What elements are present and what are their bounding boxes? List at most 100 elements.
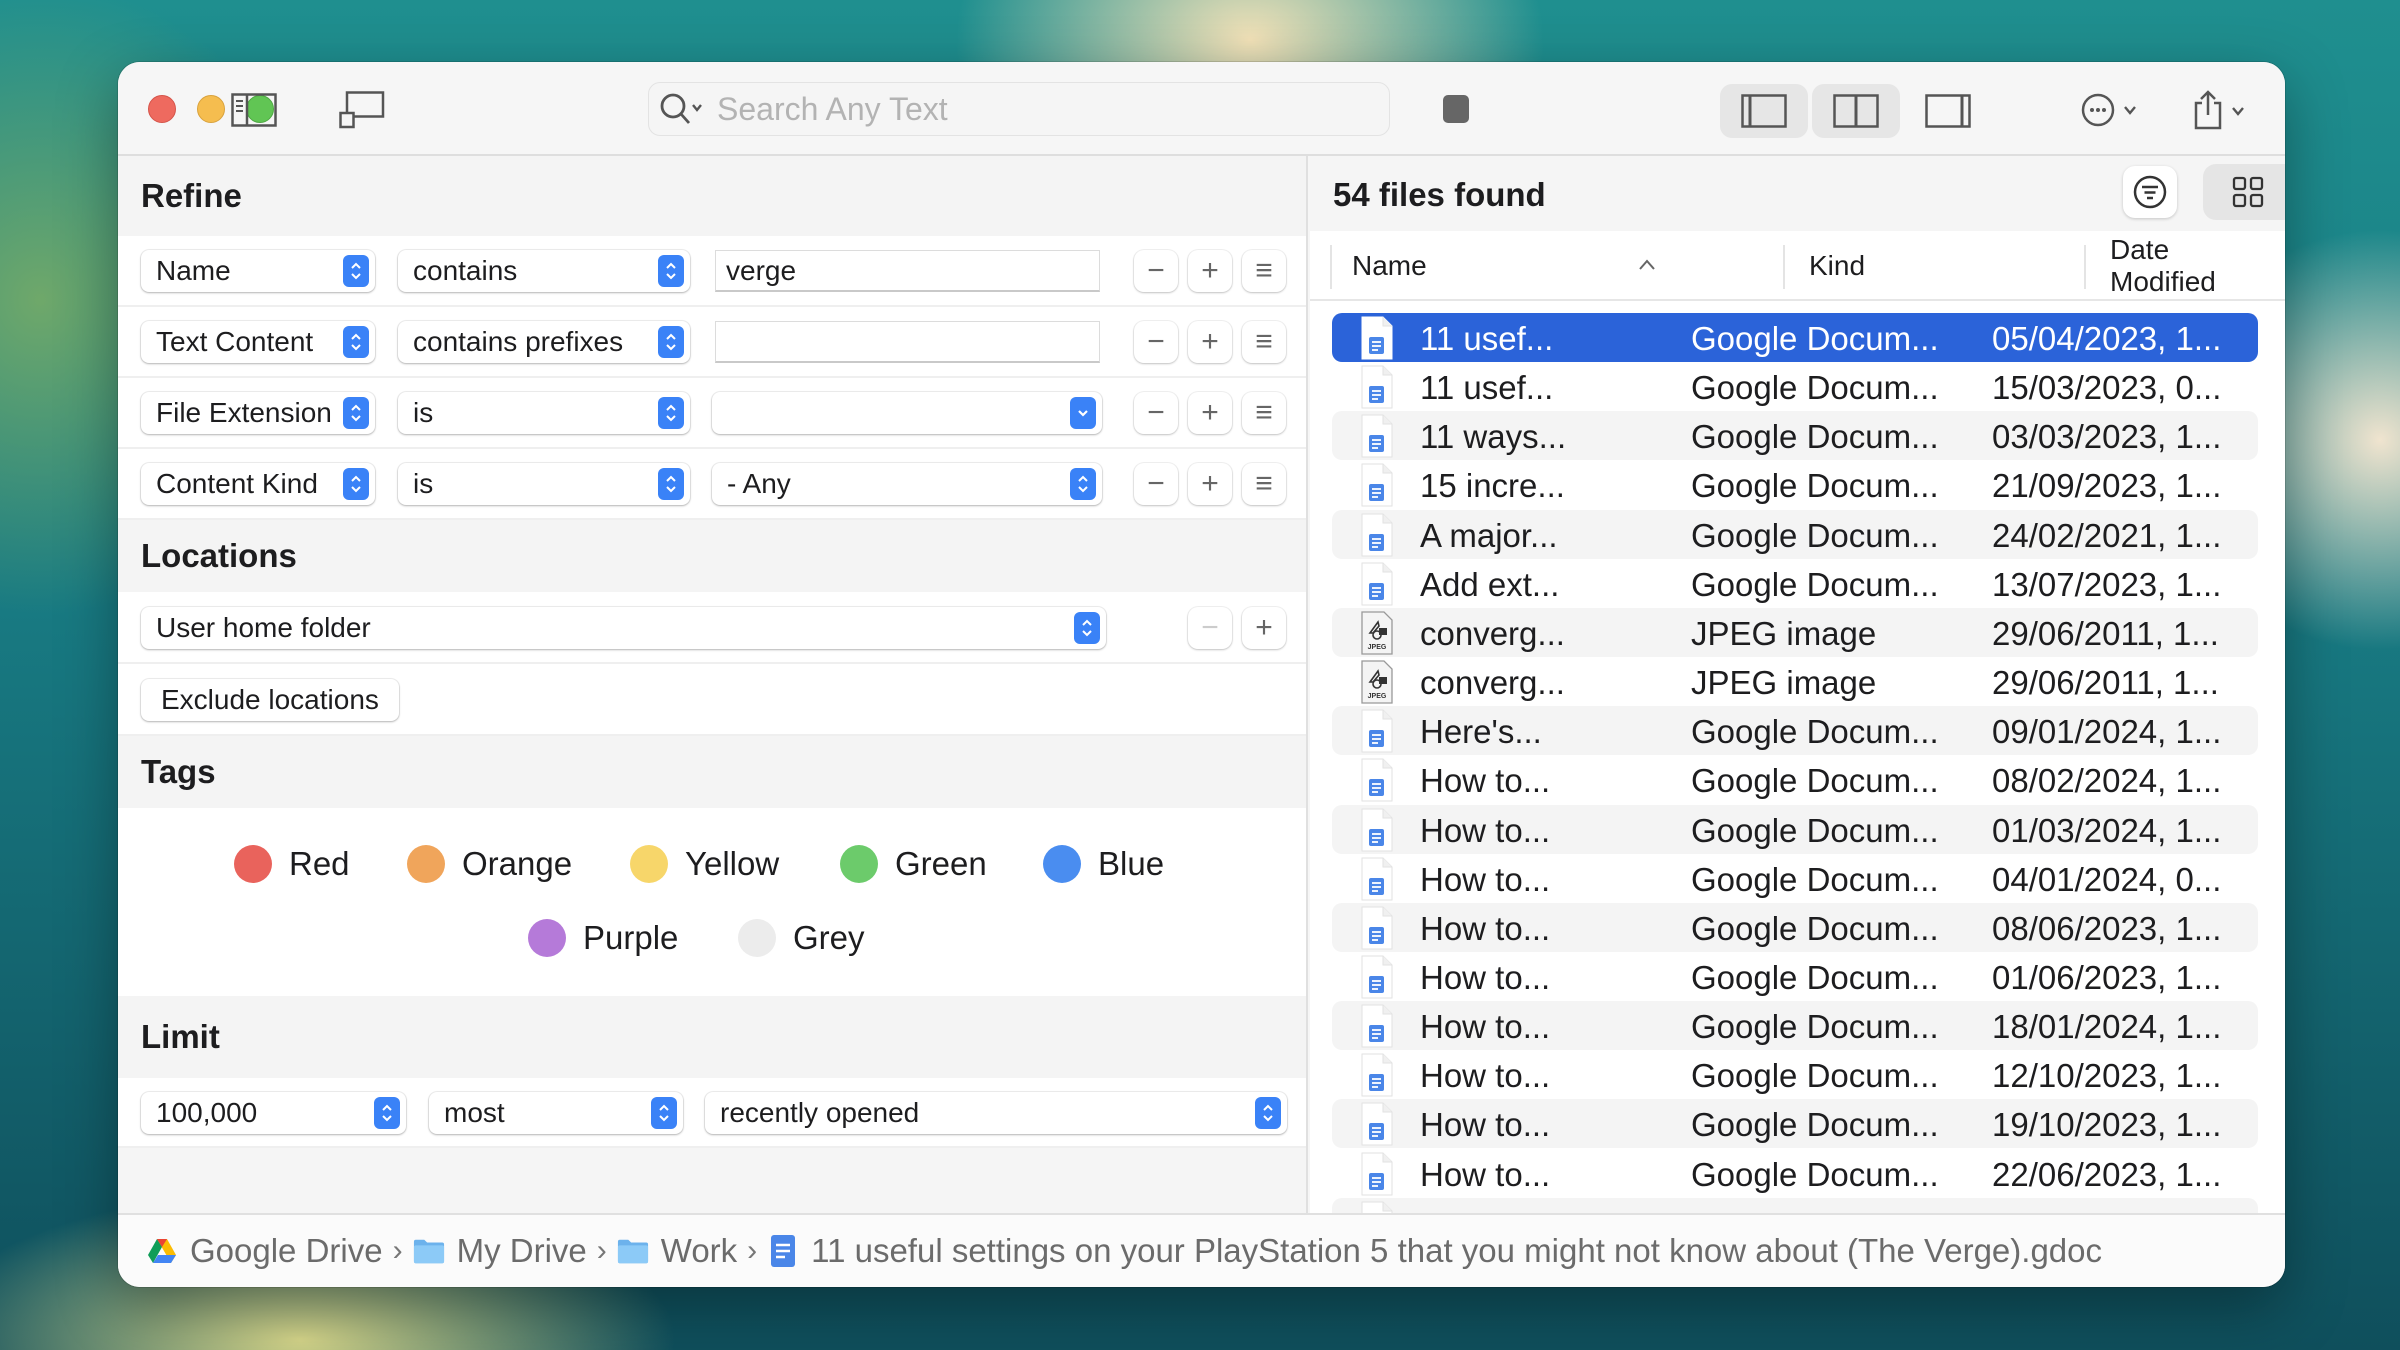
layout-left-pane-button[interactable] xyxy=(1720,84,1808,138)
search-input[interactable] xyxy=(717,90,1357,128)
search-field[interactable] xyxy=(648,82,1390,136)
google-doc-file-icon xyxy=(1360,1152,1394,1196)
file-kind: Google Docum... xyxy=(1691,811,1939,849)
results-header: 54 files found xyxy=(1310,156,2285,231)
file-row[interactable] xyxy=(1332,1197,2258,1213)
file-row[interactable]: How to... Google Docum... 08/02/2024, 1.… xyxy=(1332,755,2258,804)
file-row[interactable]: How to... Google Docum... 22/06/2023, 1.… xyxy=(1332,1149,2258,1198)
file-row[interactable]: JPEG converg... JPEG image 29/06/2011, 1… xyxy=(1332,607,2258,657)
criterion-operator-popup[interactable]: contains prefixes xyxy=(398,321,690,363)
file-list: 11 usef... Google Docum... 05/04/2023, 1… xyxy=(1310,303,2285,1213)
share-button[interactable] xyxy=(2186,90,2256,130)
column-date-modified[interactable]: Date Modified xyxy=(2110,231,2280,301)
limit-count-popup[interactable]: 100,000 xyxy=(141,1092,406,1134)
limit-order-popup[interactable]: most xyxy=(429,1092,683,1134)
layout-right-pane-button[interactable] xyxy=(1904,84,1992,138)
file-date-modified: 08/02/2024, 1... xyxy=(1992,762,2222,800)
remove-criterion-button[interactable]: − xyxy=(1134,321,1178,363)
criterion-options-button[interactable]: ≡ xyxy=(1242,250,1286,292)
criterion-operator-popup[interactable]: is xyxy=(398,392,690,434)
popup-stepper-icon xyxy=(343,326,369,358)
tag-orange[interactable]: Orange xyxy=(407,845,572,883)
criterion-value-input[interactable] xyxy=(726,325,1099,358)
file-row[interactable]: Here's... Google Docum... 09/01/2024, 1.… xyxy=(1332,706,2258,756)
criterion-operator-popup[interactable]: contains xyxy=(398,250,690,292)
tag-purple[interactable]: Purple xyxy=(528,919,678,957)
file-kind: Google Docum... xyxy=(1691,516,1939,554)
new-window-button[interactable] xyxy=(338,90,386,130)
file-name: How to... xyxy=(1420,762,1551,800)
minimize-window-button[interactable] xyxy=(197,95,225,123)
toggle-sidebar-button[interactable] xyxy=(230,90,278,130)
criterion-options-button[interactable]: ≡ xyxy=(1242,392,1286,434)
criterion-attribute-popup[interactable]: Content Kind xyxy=(141,463,375,505)
file-row[interactable]: How to... Google Docum... 01/06/2023, 1.… xyxy=(1332,952,2258,1001)
file-kind: Google Docum... xyxy=(1691,1008,1939,1046)
column-kind[interactable]: Kind xyxy=(1809,231,2079,301)
file-row[interactable]: A major... Google Docum... 24/02/2021, 1… xyxy=(1332,509,2258,559)
breadcrumb-separator: › xyxy=(392,1234,403,1267)
tag-yellow[interactable]: Yellow xyxy=(630,845,779,883)
filter-circle-icon xyxy=(2133,175,2167,209)
file-row[interactable]: How to... Google Docum... 04/01/2024, 0.… xyxy=(1332,854,2258,903)
remove-criterion-button[interactable]: − xyxy=(1134,463,1178,505)
column-name[interactable]: Name xyxy=(1352,231,1662,301)
criterion-options-button[interactable]: ≡ xyxy=(1242,463,1286,505)
file-row[interactable]: How to... Google Docum... 18/01/2024, 1.… xyxy=(1332,1001,2258,1051)
file-row[interactable]: How to... Google Docum... 08/06/2023, 1.… xyxy=(1332,902,2258,952)
tag-grey[interactable]: Grey xyxy=(738,919,865,957)
file-row[interactable]: 11 usef... Google Docum... 05/04/2023, 1… xyxy=(1332,313,2258,362)
tag-red[interactable]: Red xyxy=(234,845,350,883)
remove-criterion-button[interactable]: − xyxy=(1134,250,1178,292)
tag-green[interactable]: Green xyxy=(840,845,987,883)
criterion-attribute-popup[interactable]: File Extension xyxy=(141,392,375,434)
criterion-attribute-popup[interactable]: Name xyxy=(141,250,375,292)
tag-blue[interactable]: Blue xyxy=(1043,845,1164,883)
popup-stepper-icon xyxy=(651,1097,677,1129)
criterion-operator: contains prefixes xyxy=(413,326,624,357)
file-row[interactable]: 11 ways... Google Docum... 03/03/2023, 1… xyxy=(1332,411,2258,461)
limit-criterion-popup[interactable]: recently opened xyxy=(705,1092,1287,1134)
remove-location-button[interactable]: − xyxy=(1188,607,1232,649)
more-actions-button[interactable] xyxy=(2078,90,2148,130)
file-row[interactable]: 11 usef... Google Docum... 15/03/2023, 0… xyxy=(1332,362,2258,411)
criterion-operator-popup[interactable]: is xyxy=(398,463,690,505)
criterion-attribute-popup[interactable]: Text Content xyxy=(141,321,375,363)
criterion-value-popup[interactable]: - Any xyxy=(712,463,1102,505)
file-date-modified: 04/01/2024, 0... xyxy=(1992,860,2222,898)
criterion-value-popup[interactable] xyxy=(712,392,1102,434)
jpeg-file-icon: JPEG xyxy=(1360,660,1394,704)
breadcrumb-item[interactable]: Work xyxy=(617,1232,737,1270)
file-kind: Google Docum... xyxy=(1691,860,1939,898)
criterion-options-button[interactable]: ≡ xyxy=(1242,321,1286,363)
breadcrumb-item[interactable]: Google Drive xyxy=(146,1232,383,1270)
file-row[interactable]: How to... Google Docum... 01/03/2024, 1.… xyxy=(1332,804,2258,854)
limit-count-value: 100,000 xyxy=(156,1097,258,1128)
file-row[interactable]: JPEG converg... JPEG image 29/06/2011, 1… xyxy=(1332,657,2258,706)
filter-button[interactable] xyxy=(2123,166,2177,218)
add-criterion-button[interactable]: + xyxy=(1188,463,1232,505)
add-location-button[interactable]: + xyxy=(1242,607,1286,649)
add-criterion-button[interactable]: + xyxy=(1188,250,1232,292)
close-window-button[interactable] xyxy=(148,95,176,123)
file-date-modified: 29/06/2011, 1... xyxy=(1992,614,2219,652)
remove-criterion-button[interactable]: − xyxy=(1134,392,1178,434)
google-doc-file-icon xyxy=(1360,1102,1394,1146)
criterion-value-input[interactable] xyxy=(726,254,1099,287)
breadcrumb-item[interactable]: My Drive xyxy=(413,1232,587,1270)
criterion-value-field[interactable] xyxy=(715,250,1100,292)
criterion-value-field[interactable] xyxy=(715,321,1100,363)
file-row[interactable]: Add ext... Google Docum... 13/07/2023, 1… xyxy=(1332,559,2258,608)
file-row[interactable]: How to... Google Docum... 19/10/2023, 1.… xyxy=(1332,1099,2258,1149)
location-popup[interactable]: User home folder xyxy=(141,607,1106,649)
add-criterion-button[interactable]: + xyxy=(1188,392,1232,434)
add-criterion-button[interactable]: + xyxy=(1188,321,1232,363)
file-row[interactable]: 15 incre... Google Docum... 21/09/2023, … xyxy=(1332,460,2258,509)
stop-search-button[interactable] xyxy=(1443,95,1469,123)
exclude-locations-button[interactable]: Exclude locations xyxy=(141,679,399,721)
criterion-row: File Extension is − + ≡ xyxy=(118,378,1306,449)
file-row[interactable]: How to... Google Docum... 12/10/2023, 1.… xyxy=(1332,1050,2258,1099)
breadcrumb-item[interactable]: 11 useful settings on your PlayStation 5… xyxy=(767,1232,2102,1270)
grid-view-button[interactable] xyxy=(2206,167,2285,217)
layout-split-button[interactable] xyxy=(1812,84,1900,138)
